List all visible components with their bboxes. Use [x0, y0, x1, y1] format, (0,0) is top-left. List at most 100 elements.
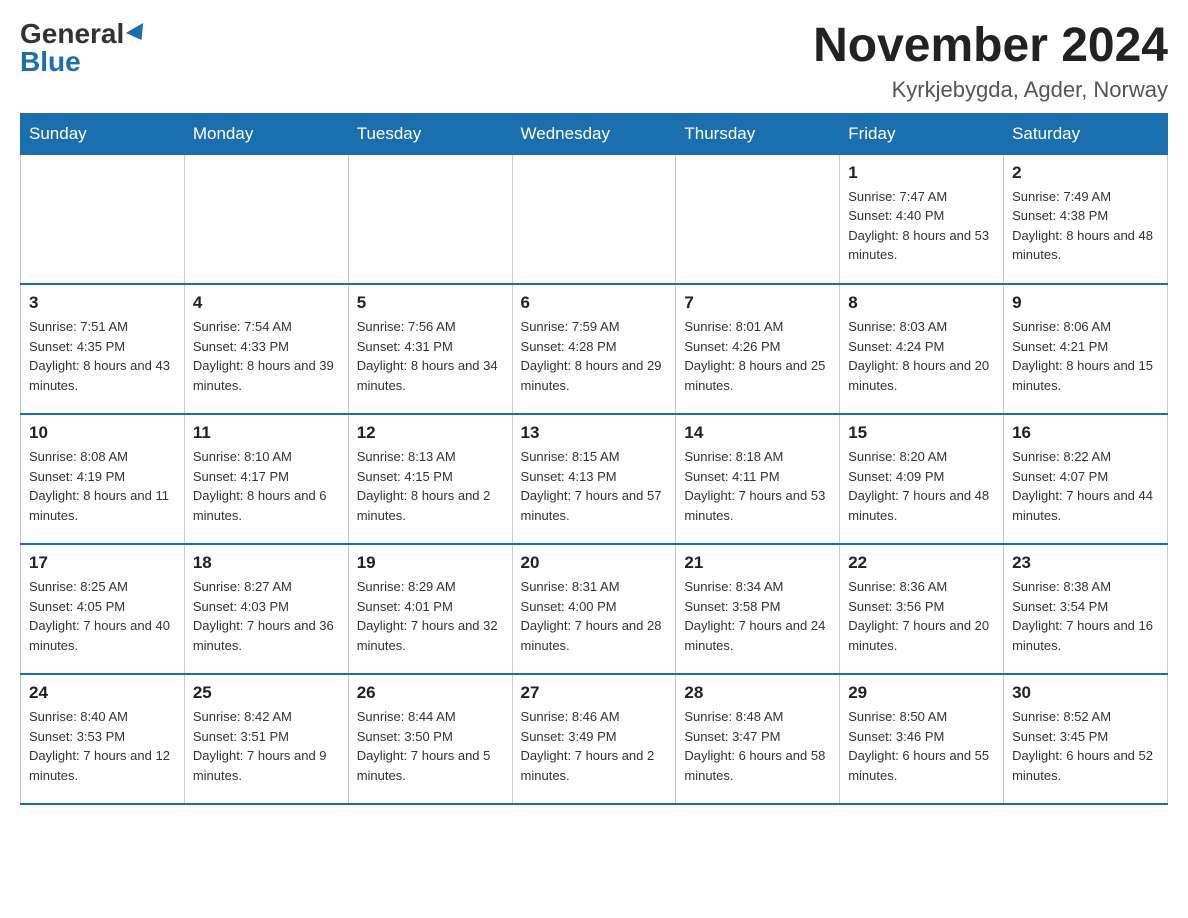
- day-info: Sunrise: 8:27 AMSunset: 4:03 PMDaylight:…: [193, 577, 340, 655]
- day-info: Sunrise: 7:49 AMSunset: 4:38 PMDaylight:…: [1012, 187, 1159, 265]
- day-info: Sunrise: 8:15 AMSunset: 4:13 PMDaylight:…: [521, 447, 668, 525]
- day-number: 13: [521, 423, 668, 443]
- calendar-cell: [184, 154, 348, 284]
- day-number: 16: [1012, 423, 1159, 443]
- calendar-cell: 8 Sunrise: 8:03 AMSunset: 4:24 PMDaylight…: [840, 284, 1004, 414]
- day-number: 28: [684, 683, 831, 703]
- day-number: 2: [1012, 163, 1159, 183]
- day-info: Sunrise: 7:47 AMSunset: 4:40 PMDaylight:…: [848, 187, 995, 265]
- day-info: Sunrise: 8:03 AMSunset: 4:24 PMDaylight:…: [848, 317, 995, 395]
- calendar-week-1: 1 Sunrise: 7:47 AMSunset: 4:40 PMDaylight…: [21, 154, 1168, 284]
- logo: General Blue: [20, 20, 148, 76]
- calendar-cell: 30 Sunrise: 8:52 AMSunset: 3:45 PMDayligh…: [1004, 674, 1168, 804]
- day-info: Sunrise: 8:06 AMSunset: 4:21 PMDaylight:…: [1012, 317, 1159, 395]
- weekday-header-friday: Friday: [840, 113, 1004, 154]
- day-number: 12: [357, 423, 504, 443]
- day-number: 21: [684, 553, 831, 573]
- day-number: 1: [848, 163, 995, 183]
- calendar-cell: 24 Sunrise: 8:40 AMSunset: 3:53 PMDayligh…: [21, 674, 185, 804]
- day-number: 5: [357, 293, 504, 313]
- calendar-body: 1 Sunrise: 7:47 AMSunset: 4:40 PMDaylight…: [21, 154, 1168, 804]
- day-info: Sunrise: 8:10 AMSunset: 4:17 PMDaylight:…: [193, 447, 340, 525]
- day-number: 24: [29, 683, 176, 703]
- day-number: 29: [848, 683, 995, 703]
- day-info: Sunrise: 8:31 AMSunset: 4:00 PMDaylight:…: [521, 577, 668, 655]
- day-number: 15: [848, 423, 995, 443]
- calendar-cell: 15 Sunrise: 8:20 AMSunset: 4:09 PMDayligh…: [840, 414, 1004, 544]
- calendar-cell: 28 Sunrise: 8:48 AMSunset: 3:47 PMDayligh…: [676, 674, 840, 804]
- calendar-cell: [21, 154, 185, 284]
- calendar-cell: 27 Sunrise: 8:46 AMSunset: 3:49 PMDayligh…: [512, 674, 676, 804]
- page-header: General Blue November 2024 Kyrkjebygda, …: [20, 20, 1168, 103]
- day-number: 27: [521, 683, 668, 703]
- day-info: Sunrise: 8:22 AMSunset: 4:07 PMDaylight:…: [1012, 447, 1159, 525]
- day-number: 20: [521, 553, 668, 573]
- calendar-cell: 12 Sunrise: 8:13 AMSunset: 4:15 PMDayligh…: [348, 414, 512, 544]
- calendar-cell: 2 Sunrise: 7:49 AMSunset: 4:38 PMDaylight…: [1004, 154, 1168, 284]
- calendar-cell: 6 Sunrise: 7:59 AMSunset: 4:28 PMDaylight…: [512, 284, 676, 414]
- calendar-cell: 25 Sunrise: 8:42 AMSunset: 3:51 PMDayligh…: [184, 674, 348, 804]
- calendar-week-5: 24 Sunrise: 8:40 AMSunset: 3:53 PMDayligh…: [21, 674, 1168, 804]
- day-info: Sunrise: 8:29 AMSunset: 4:01 PMDaylight:…: [357, 577, 504, 655]
- calendar-cell: 13 Sunrise: 8:15 AMSunset: 4:13 PMDayligh…: [512, 414, 676, 544]
- day-number: 14: [684, 423, 831, 443]
- calendar-title: November 2024: [813, 20, 1168, 73]
- logo-triangle-icon: [126, 23, 150, 45]
- day-info: Sunrise: 7:51 AMSunset: 4:35 PMDaylight:…: [29, 317, 176, 395]
- calendar-cell: 3 Sunrise: 7:51 AMSunset: 4:35 PMDaylight…: [21, 284, 185, 414]
- day-info: Sunrise: 7:56 AMSunset: 4:31 PMDaylight:…: [357, 317, 504, 395]
- calendar-cell: 5 Sunrise: 7:56 AMSunset: 4:31 PMDaylight…: [348, 284, 512, 414]
- calendar-table: SundayMondayTuesdayWednesdayThursdayFrid…: [20, 113, 1168, 806]
- weekday-header-tuesday: Tuesday: [348, 113, 512, 154]
- day-info: Sunrise: 8:42 AMSunset: 3:51 PMDaylight:…: [193, 707, 340, 785]
- calendar-cell: 22 Sunrise: 8:36 AMSunset: 3:56 PMDayligh…: [840, 544, 1004, 674]
- calendar-cell: 17Sunrise: 8:25 AMSunset: 4:05 PMDayligh…: [21, 544, 185, 674]
- day-info: Sunrise: 8:18 AMSunset: 4:11 PMDaylight:…: [684, 447, 831, 525]
- day-number: 6: [521, 293, 668, 313]
- day-number: 7: [684, 293, 831, 313]
- calendar-cell: [512, 154, 676, 284]
- day-info: Sunrise: 8:01 AMSunset: 4:26 PMDaylight:…: [684, 317, 831, 395]
- day-info: Sunrise: 8:48 AMSunset: 3:47 PMDaylight:…: [684, 707, 831, 785]
- calendar-week-3: 10Sunrise: 8:08 AMSunset: 4:19 PMDayligh…: [21, 414, 1168, 544]
- calendar-cell: 7 Sunrise: 8:01 AMSunset: 4:26 PMDaylight…: [676, 284, 840, 414]
- day-number: 26: [357, 683, 504, 703]
- day-info: Sunrise: 8:34 AMSunset: 3:58 PMDaylight:…: [684, 577, 831, 655]
- calendar-cell: [676, 154, 840, 284]
- day-number: 8: [848, 293, 995, 313]
- title-section: November 2024 Kyrkjebygda, Agder, Norway: [813, 20, 1168, 103]
- weekday-header-saturday: Saturday: [1004, 113, 1168, 154]
- calendar-header: SundayMondayTuesdayWednesdayThursdayFrid…: [21, 113, 1168, 154]
- day-info: Sunrise: 7:59 AMSunset: 4:28 PMDaylight:…: [521, 317, 668, 395]
- weekday-header-row: SundayMondayTuesdayWednesdayThursdayFrid…: [21, 113, 1168, 154]
- day-info: Sunrise: 8:13 AMSunset: 4:15 PMDaylight:…: [357, 447, 504, 525]
- calendar-cell: 9 Sunrise: 8:06 AMSunset: 4:21 PMDaylight…: [1004, 284, 1168, 414]
- day-info: Sunrise: 8:20 AMSunset: 4:09 PMDaylight:…: [848, 447, 995, 525]
- logo-blue: Blue: [20, 48, 81, 76]
- day-info: Sunrise: 8:08 AMSunset: 4:19 PMDaylight:…: [29, 447, 176, 525]
- day-info: Sunrise: 8:46 AMSunset: 3:49 PMDaylight:…: [521, 707, 668, 785]
- calendar-cell: 10Sunrise: 8:08 AMSunset: 4:19 PMDayligh…: [21, 414, 185, 544]
- day-info: Sunrise: 8:38 AMSunset: 3:54 PMDaylight:…: [1012, 577, 1159, 655]
- day-number: 25: [193, 683, 340, 703]
- day-info: Sunrise: 8:40 AMSunset: 3:53 PMDaylight:…: [29, 707, 176, 785]
- calendar-cell: 20 Sunrise: 8:31 AMSunset: 4:00 PMDayligh…: [512, 544, 676, 674]
- day-number: 9: [1012, 293, 1159, 313]
- weekday-header-sunday: Sunday: [21, 113, 185, 154]
- calendar-cell: 29 Sunrise: 8:50 AMSunset: 3:46 PMDayligh…: [840, 674, 1004, 804]
- day-info: Sunrise: 8:25 AMSunset: 4:05 PMDaylight:…: [29, 577, 176, 655]
- day-number: 22: [848, 553, 995, 573]
- calendar-cell: 11Sunrise: 8:10 AMSunset: 4:17 PMDayligh…: [184, 414, 348, 544]
- day-info: Sunrise: 8:36 AMSunset: 3:56 PMDaylight:…: [848, 577, 995, 655]
- weekday-header-monday: Monday: [184, 113, 348, 154]
- calendar-cell: 21 Sunrise: 8:34 AMSunset: 3:58 PMDayligh…: [676, 544, 840, 674]
- day-number: 30: [1012, 683, 1159, 703]
- day-number: 3: [29, 293, 176, 313]
- day-info: Sunrise: 8:44 AMSunset: 3:50 PMDaylight:…: [357, 707, 504, 785]
- calendar-cell: [348, 154, 512, 284]
- weekday-header-wednesday: Wednesday: [512, 113, 676, 154]
- calendar-cell: 4Sunrise: 7:54 AMSunset: 4:33 PMDaylight…: [184, 284, 348, 414]
- calendar-cell: 26 Sunrise: 8:44 AMSunset: 3:50 PMDayligh…: [348, 674, 512, 804]
- day-info: Sunrise: 8:52 AMSunset: 3:45 PMDaylight:…: [1012, 707, 1159, 785]
- day-info: Sunrise: 8:50 AMSunset: 3:46 PMDaylight:…: [848, 707, 995, 785]
